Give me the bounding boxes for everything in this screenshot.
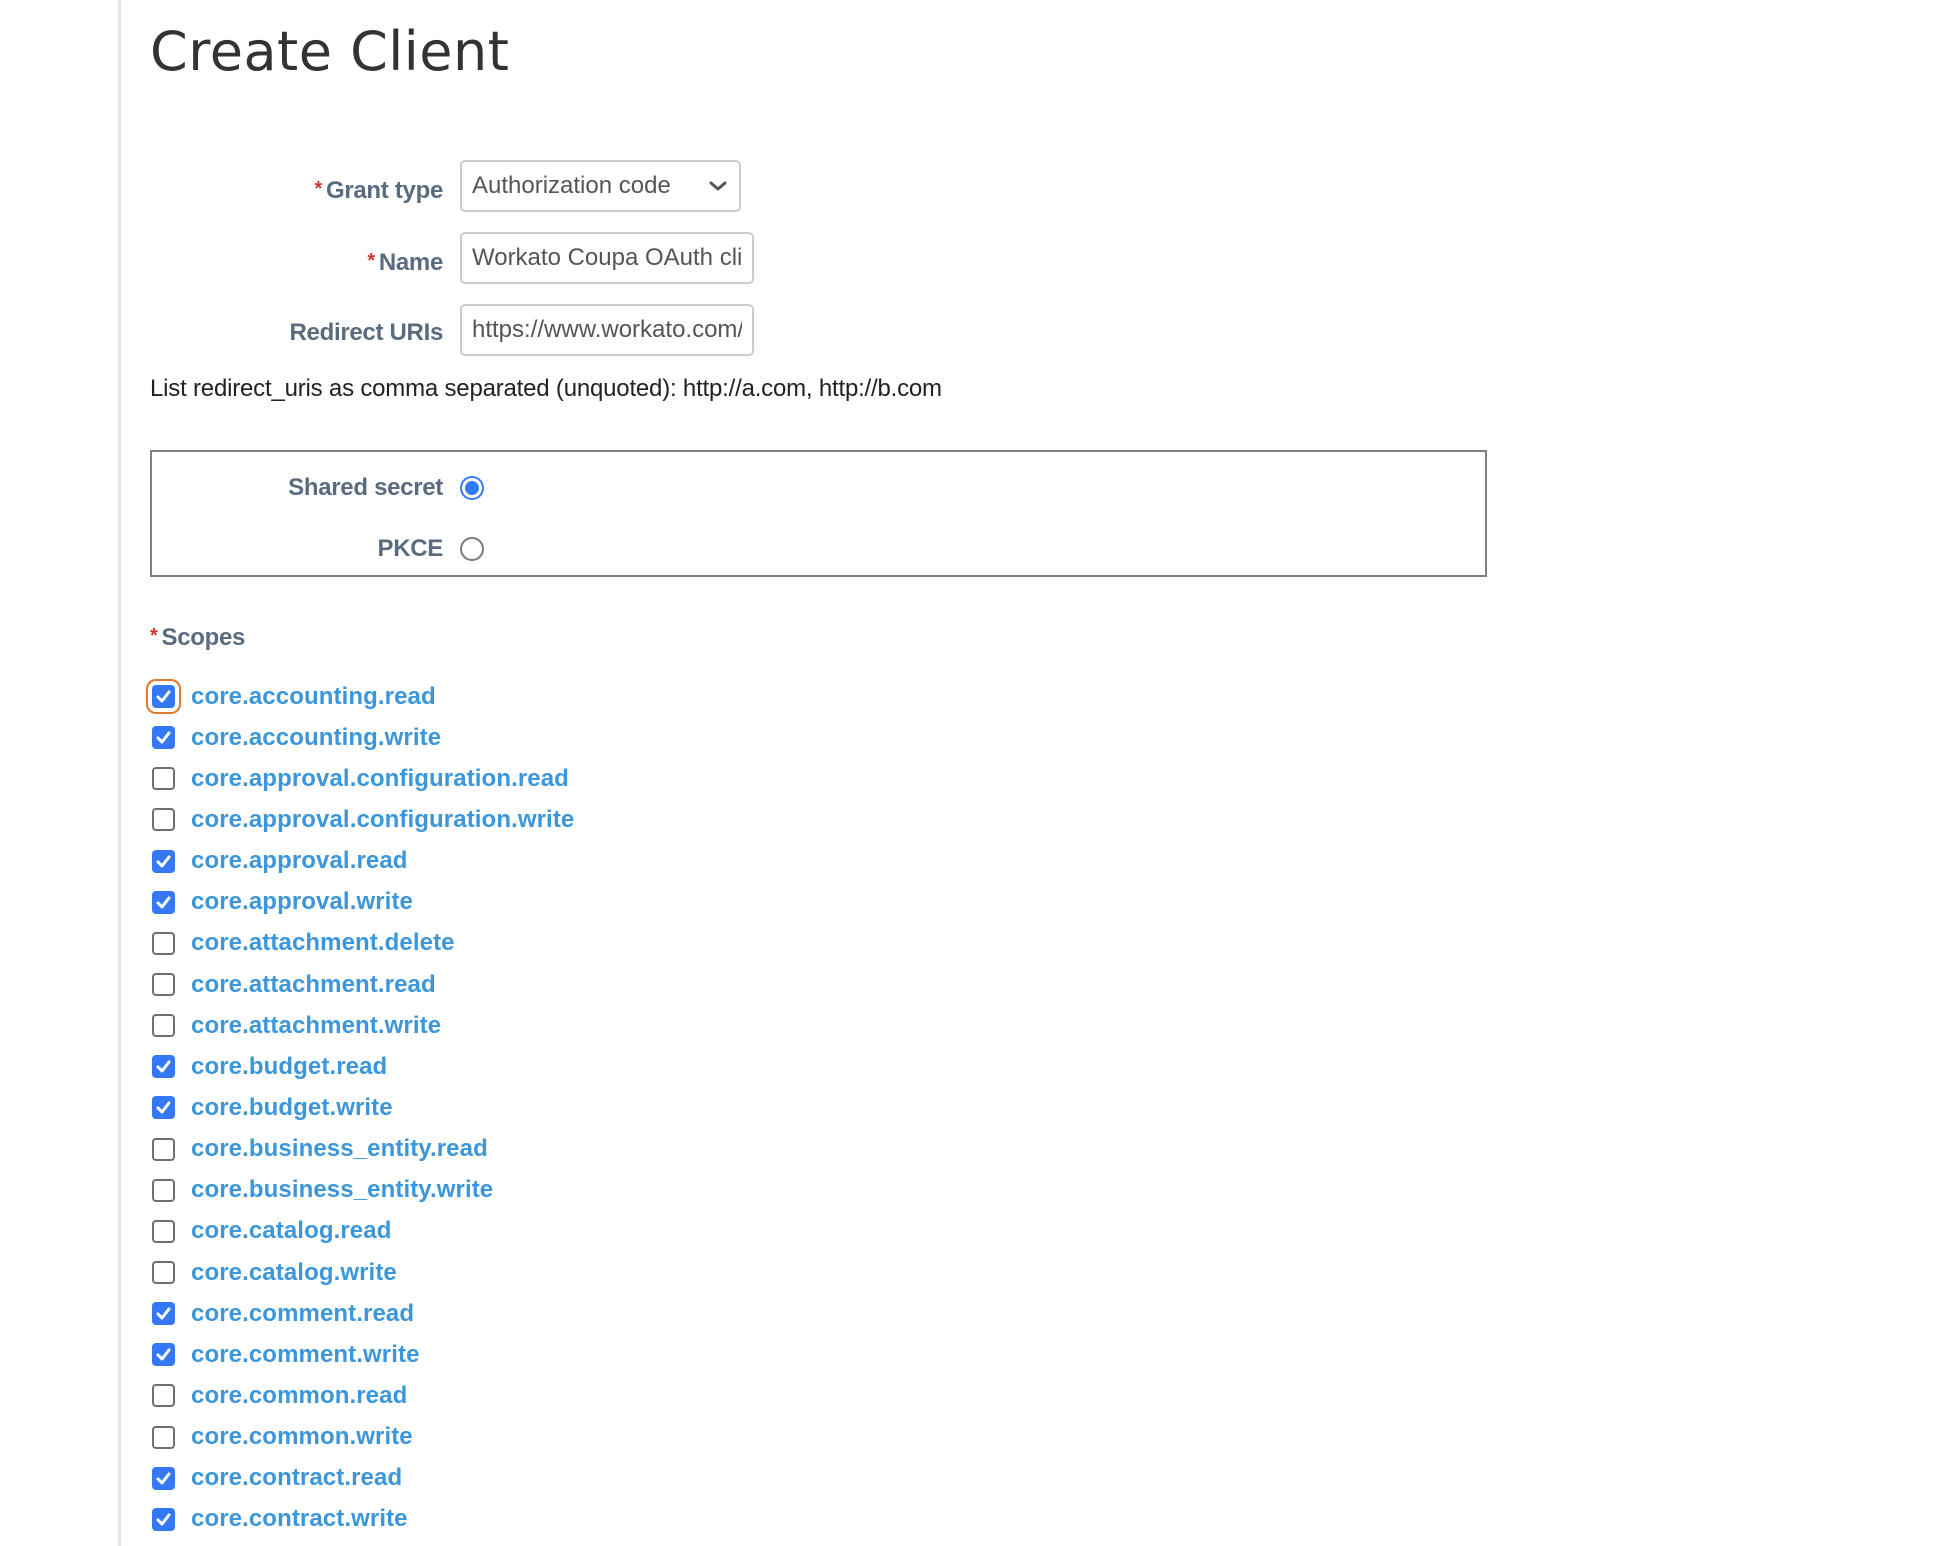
scope-item: core.approval.write: [150, 882, 574, 923]
scope-link[interactable]: core.accounting.read: [191, 682, 436, 712]
checkmark-icon: [156, 1513, 171, 1526]
scope-link[interactable]: core.approval.configuration.read: [191, 764, 569, 794]
scope-link[interactable]: core.approval.configuration.write: [191, 805, 574, 835]
checkmark-icon: [156, 1472, 171, 1485]
checkmark-icon: [156, 1348, 171, 1361]
scope-link[interactable]: core.comment.write: [191, 1340, 420, 1370]
grant-type-value: Authorization code: [472, 172, 671, 199]
grant-type-label-text: Grant type: [325, 177, 443, 204]
checkmark-icon: [156, 896, 171, 909]
scope-link[interactable]: core.catalog.read: [191, 1216, 391, 1246]
scope-item: core.attachment.write: [150, 1005, 574, 1046]
scope-checkbox[interactable]: [152, 1137, 175, 1161]
scope-checkbox[interactable]: [152, 1384, 175, 1408]
redirect-uris-help-text: List redirect_uris as comma separated (u…: [150, 375, 942, 402]
scope-checkbox[interactable]: [152, 849, 175, 873]
scope-item: core.common.write: [150, 1417, 574, 1458]
scope-item: core.budget.write: [150, 1087, 574, 1128]
checkmark-icon: [156, 855, 171, 868]
scope-item: core.attachment.read: [150, 964, 574, 1005]
scope-item: core.comment.write: [150, 1334, 574, 1375]
scope-checkbox[interactable]: [152, 1507, 175, 1531]
page-title: Create Client: [150, 20, 510, 83]
checkmark-icon: [156, 1307, 171, 1320]
scope-link[interactable]: core.business_entity.write: [191, 1175, 493, 1205]
redirect-uris-label: Redirect URIs: [289, 319, 444, 346]
scope-link[interactable]: core.budget.read: [191, 1052, 387, 1082]
scope-link[interactable]: core.approval.read: [191, 846, 408, 876]
checkmark-icon: [156, 731, 171, 744]
scope-link[interactable]: core.contract.read: [191, 1463, 402, 1493]
scope-link[interactable]: core.attachment.delete: [191, 928, 455, 958]
scope-item: core.contract.read: [150, 1458, 574, 1499]
scope-checkbox[interactable]: [152, 1178, 175, 1202]
scope-link[interactable]: core.comment.read: [191, 1299, 414, 1329]
checkmark-icon: [156, 1101, 171, 1114]
scope-item: core.contract.write: [150, 1499, 574, 1540]
scope-checkbox[interactable]: [152, 973, 175, 997]
chevron-down-icon: [707, 175, 729, 197]
scopes-label: * Scopes: [150, 621, 245, 653]
scope-item: core.business_entity.read: [150, 1129, 574, 1170]
scope-link[interactable]: core.business_entity.read: [191, 1134, 488, 1164]
name-input[interactable]: [460, 232, 754, 284]
scopes-label-text: Scopes: [161, 624, 246, 651]
scope-item: core.accounting.write: [150, 717, 574, 758]
scope-item: core.catalog.write: [150, 1252, 574, 1293]
pkce-label: PKCE: [377, 535, 444, 562]
required-marker: *: [367, 250, 375, 272]
scope-link[interactable]: core.budget.write: [191, 1093, 393, 1123]
shared-secret-radio[interactable]: [460, 476, 484, 500]
name-label-text: Name: [378, 249, 443, 276]
scope-link[interactable]: core.accounting.write: [191, 723, 441, 753]
scope-checkbox[interactable]: [152, 726, 175, 750]
name-label: * Name: [143, 246, 443, 278]
scope-item: core.common.read: [150, 1375, 574, 1416]
scope-checkbox[interactable]: [152, 1466, 175, 1490]
scope-checkbox[interactable]: [152, 808, 175, 832]
scope-link[interactable]: core.common.write: [191, 1422, 413, 1452]
scope-checkbox[interactable]: [152, 685, 175, 709]
scope-link[interactable]: core.attachment.read: [191, 970, 436, 1000]
scope-checkbox[interactable]: [152, 890, 175, 914]
scope-checkbox[interactable]: [152, 1302, 175, 1326]
scope-item: core.approval.read: [150, 841, 574, 882]
scope-item: core.catalog.read: [150, 1211, 574, 1252]
scope-checkbox[interactable]: [152, 1261, 175, 1285]
left-gutter-divider: [118, 0, 121, 1546]
scope-item: core.approval.configuration.write: [150, 799, 574, 840]
scope-item: core.accounting.read: [150, 676, 574, 717]
shared-secret-label: Shared secret: [288, 474, 443, 501]
scope-checkbox[interactable]: [152, 1343, 175, 1367]
checkmark-icon: [156, 1060, 171, 1073]
scope-checkbox[interactable]: [152, 1055, 175, 1079]
scopes-list: core.accounting.read core.accounting.writ…: [150, 676, 574, 1540]
scope-item: core.budget.read: [150, 1046, 574, 1087]
checkmark-icon: [156, 690, 171, 703]
scope-checkbox[interactable]: [152, 767, 175, 791]
scope-checkbox[interactable]: [152, 1425, 175, 1449]
required-marker: *: [150, 625, 158, 647]
grant-type-select[interactable]: Authorization code: [460, 160, 741, 212]
scope-checkbox[interactable]: [152, 931, 175, 955]
scope-checkbox[interactable]: [152, 1096, 175, 1120]
scope-link[interactable]: core.approval.write: [191, 887, 413, 917]
scope-link[interactable]: core.common.read: [191, 1381, 407, 1411]
redirect-uris-input[interactable]: [460, 304, 754, 356]
scope-link[interactable]: core.catalog.write: [191, 1258, 397, 1288]
scope-item: core.comment.read: [150, 1293, 574, 1334]
required-marker: *: [314, 178, 322, 200]
scope-item: core.business_entity.write: [150, 1170, 574, 1211]
pkce-radio[interactable]: [460, 537, 484, 561]
scope-checkbox[interactable]: [152, 1219, 175, 1243]
scope-link[interactable]: core.attachment.write: [191, 1011, 441, 1041]
scope-item: core.attachment.delete: [150, 923, 574, 964]
scope-checkbox[interactable]: [152, 1014, 175, 1038]
grant-type-label: * Grant type: [143, 174, 443, 206]
scope-link[interactable]: core.contract.write: [191, 1504, 408, 1534]
scope-item: core.approval.configuration.read: [150, 758, 574, 799]
